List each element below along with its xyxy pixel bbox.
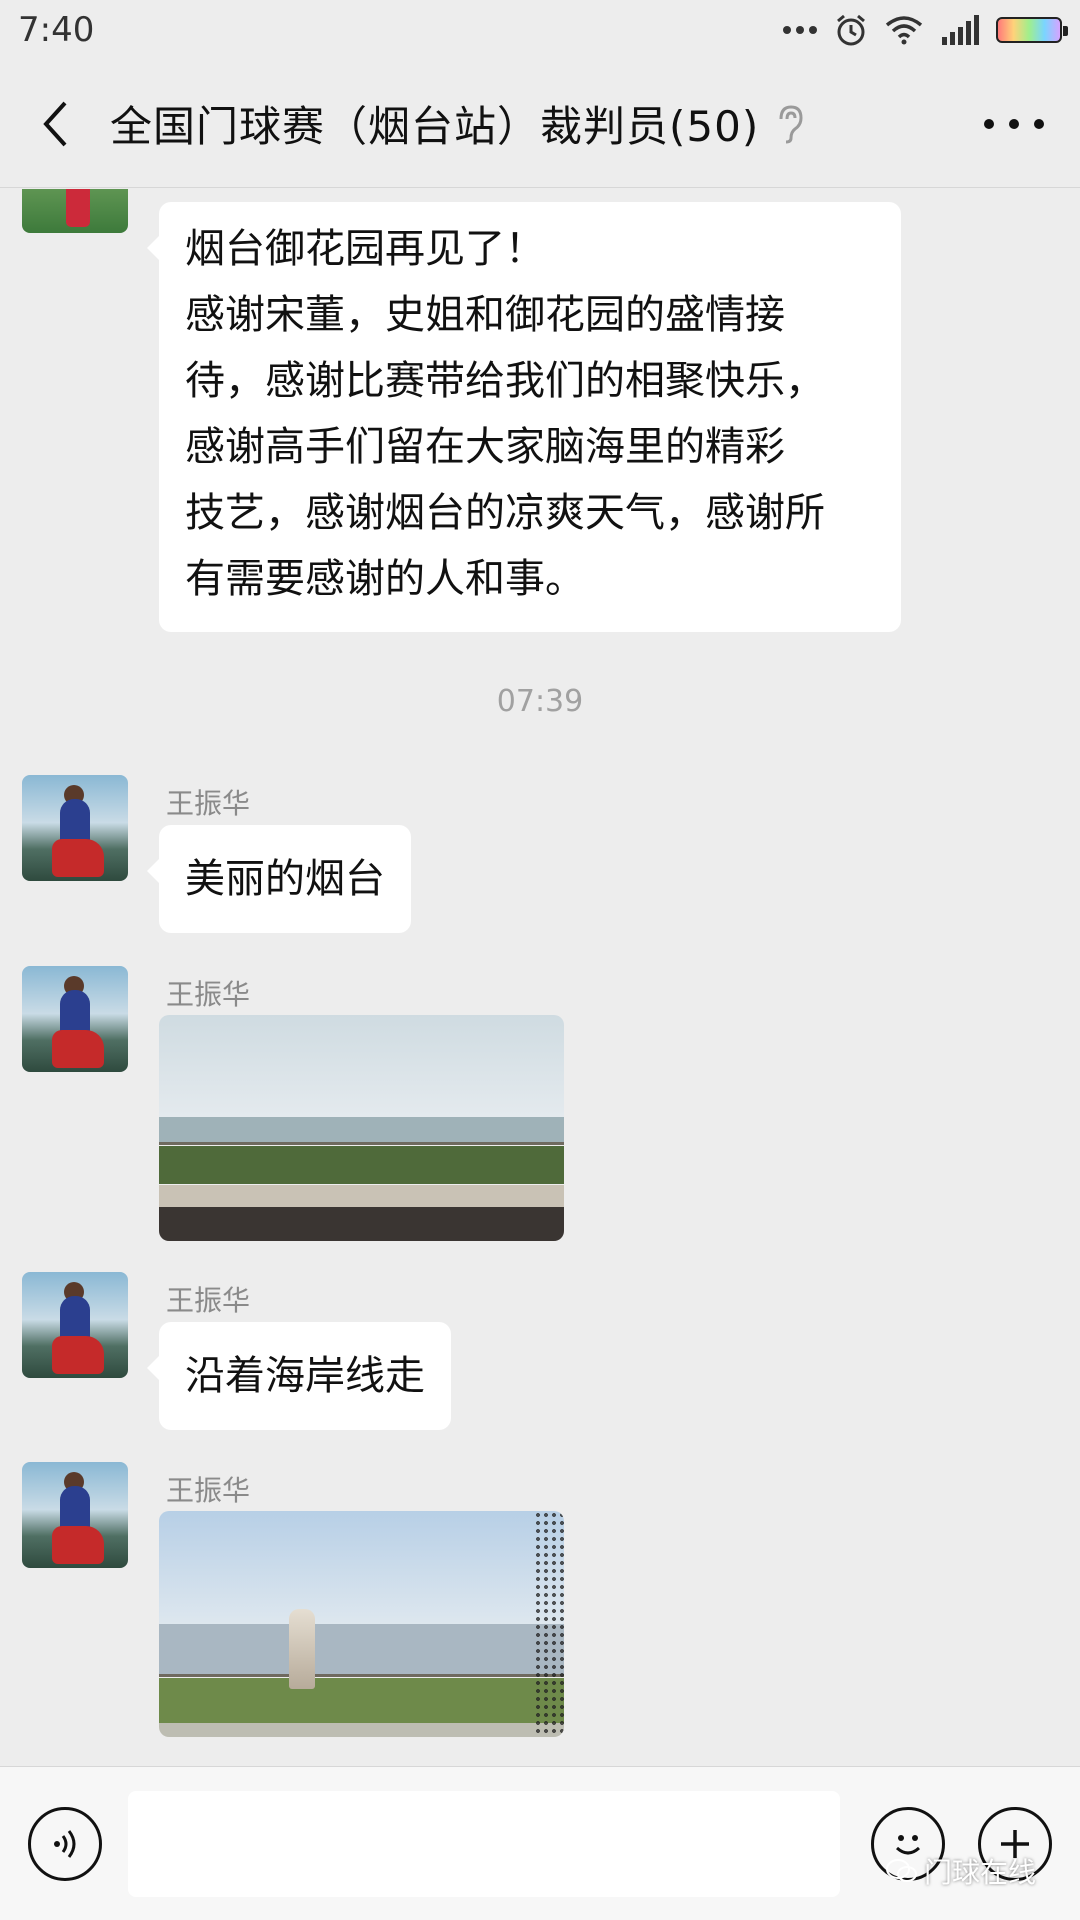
sender-name: 王振华 <box>166 1474 251 1507</box>
more-button[interactable] <box>984 102 1044 146</box>
chevron-left-icon <box>43 101 67 146</box>
status-time: 7:40 <box>18 10 95 50</box>
voice-icon <box>54 1830 76 1858</box>
message-line: 感谢高手们留在大家脑海里的精彩 <box>185 424 785 470</box>
coastline-monument-photo[interactable] <box>159 1511 564 1737</box>
message-text: 美丽的烟台 <box>185 856 385 902</box>
message-bubble[interactable]: 美丽的烟台 <box>147 825 411 933</box>
more-horizontal-icon <box>984 119 994 129</box>
sender-name: 王振华 <box>166 978 251 1011</box>
message-line: 待，感谢比赛带给我们的相聚快乐， <box>185 358 825 404</box>
battery-icon <box>996 17 1068 43</box>
wifi-icon <box>885 16 923 45</box>
sender-name: 王振华 <box>166 1284 251 1317</box>
message-line: 技艺，感谢烟台的凉爽天气，感谢所 <box>185 490 825 536</box>
avatar[interactable] <box>22 1462 128 1568</box>
chat-title[interactable]: 全国门球赛（烟台站）裁判员(50) <box>110 93 759 154</box>
alarm-icon <box>837 14 865 46</box>
message-bubble[interactable]: 烟台御花园再见了！ 感谢宋董，史姐和御花园的盛情接 待，感谢比赛带给我们的相聚快… <box>147 202 901 632</box>
message-text: 沿着海岸线走 <box>185 1353 425 1399</box>
timestamp: 07:39 <box>496 684 584 719</box>
voice-button[interactable] <box>28 1807 102 1881</box>
avatar[interactable] <box>22 1272 128 1378</box>
more-dots-icon <box>783 26 817 34</box>
message-line: 烟台御花园再见了！ <box>185 226 545 272</box>
message-line: 有需要感谢的人和事。 <box>185 556 585 602</box>
message-line: 感谢宋董，史姐和御花园的盛情接 <box>185 292 785 338</box>
watermark-text: 门球在线 <box>924 1856 1037 1889</box>
status-icons <box>782 13 1068 47</box>
message-list[interactable]: 烟台御花园再见了！ 感谢宋董，史姐和御花园的盛情接 待，感谢比赛带给我们的相聚快… <box>0 189 1080 1766</box>
message-input[interactable] <box>128 1791 840 1897</box>
seaside-promenade-photo[interactable] <box>159 1015 564 1241</box>
sender-name: 王振华 <box>166 787 251 820</box>
signal-icon <box>942 15 979 45</box>
message-bubble[interactable]: 沿着海岸线走 <box>147 1322 451 1430</box>
avatar[interactable] <box>22 775 128 881</box>
avatar[interactable] <box>22 966 128 1072</box>
wechat-logo-icon <box>886 1859 917 1882</box>
chat-header: 全国门球赛（烟台站）裁判员(50) <box>0 60 1080 188</box>
input-bar: 门球在线 <box>0 1766 1080 1920</box>
ear-icon <box>775 103 805 145</box>
back-button[interactable] <box>0 60 110 188</box>
avatar[interactable] <box>22 189 128 233</box>
watermark: 门球在线 <box>886 1851 1036 1891</box>
status-bar: 7:40 <box>0 0 1080 60</box>
